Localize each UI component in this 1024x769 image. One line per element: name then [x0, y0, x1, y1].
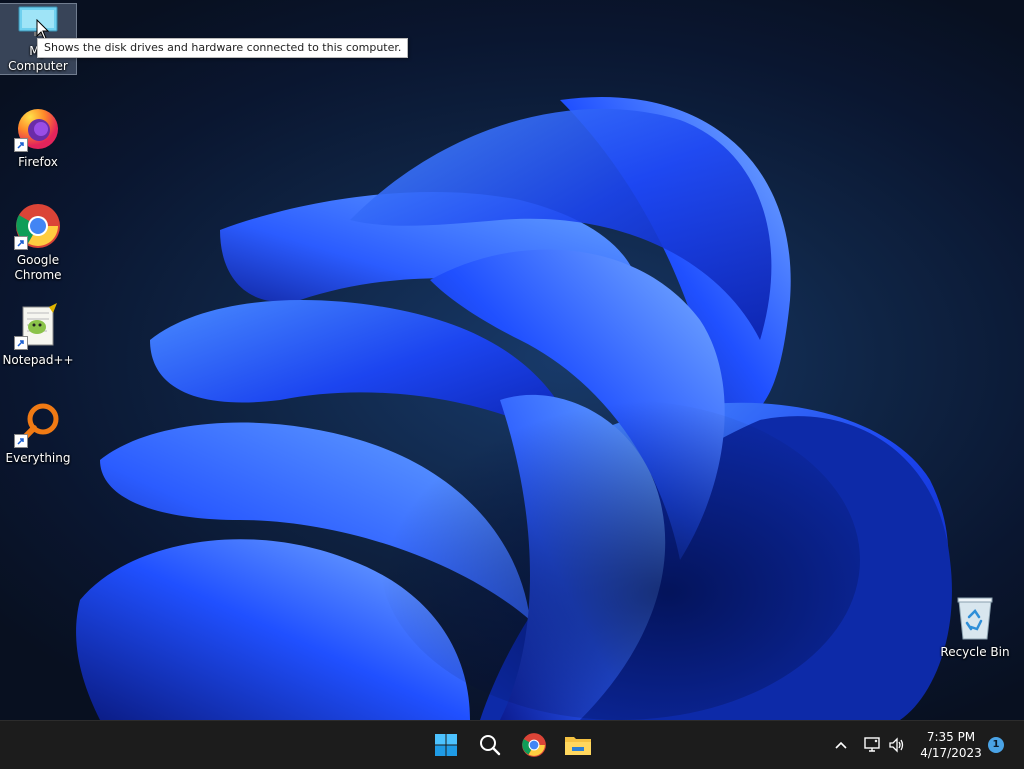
taskbar: 7:35 PM 4/17/2023 1	[0, 720, 1024, 769]
clock-date: 4/17/2023	[920, 746, 982, 760]
recycle-bin-icon	[951, 594, 999, 642]
clock-time: 7:35 PM	[926, 730, 976, 744]
shortcut-arrow-icon	[14, 336, 28, 350]
desktop[interactable]: My Computer Shows the disk drives and ha…	[0, 0, 1024, 720]
network-status-button[interactable]	[862, 735, 882, 755]
search-button[interactable]	[472, 727, 508, 763]
desktop-icon-recycle-bin[interactable]: Recycle Bin	[937, 594, 1013, 660]
volume-button[interactable]	[886, 735, 908, 755]
clock-button[interactable]: 7:35 PM 4/17/2023	[914, 729, 988, 761]
desktop-icon-label: Google Chrome	[14, 253, 62, 282]
chrome-icon	[14, 202, 62, 250]
firefox-icon	[14, 104, 62, 152]
desktop-icon-firefox[interactable]: Firefox	[0, 104, 76, 170]
chevron-up-icon	[835, 741, 847, 749]
shortcut-arrow-icon	[14, 138, 28, 152]
taskbar-file-explorer-button[interactable]	[560, 727, 596, 763]
wallpaper	[76, 96, 952, 720]
start-button[interactable]	[428, 727, 464, 763]
taskbar-chrome-button[interactable]	[516, 727, 552, 763]
notification-badge[interactable]: 1	[988, 737, 1004, 753]
search-icon	[480, 735, 501, 756]
shortcut-arrow-icon	[14, 434, 28, 448]
desktop-icon-everything[interactable]: Everything	[0, 400, 76, 466]
tooltip: Shows the disk drives and hardware conne…	[37, 38, 409, 58]
volume-icon	[889, 737, 904, 753]
desktop-icon-label: Everything	[5, 451, 71, 465]
chrome-icon	[522, 733, 546, 757]
show-hidden-icons-button[interactable]	[832, 735, 850, 755]
desktop-icon-label: Recycle Bin	[940, 645, 1010, 659]
start-icon	[435, 734, 457, 756]
desktop-icon-label: Firefox	[18, 155, 58, 169]
network-icon	[864, 737, 880, 752]
notepadpp-icon	[14, 302, 62, 350]
desktop-icon-label: Notepad++	[2, 353, 74, 367]
everything-icon	[14, 400, 62, 448]
shortcut-arrow-icon	[14, 236, 28, 250]
file-explorer-icon	[565, 737, 591, 755]
desktop-icon-notepadpp[interactable]: Notepad++	[0, 302, 76, 368]
desktop-icon-google-chrome[interactable]: Google Chrome	[0, 202, 76, 283]
